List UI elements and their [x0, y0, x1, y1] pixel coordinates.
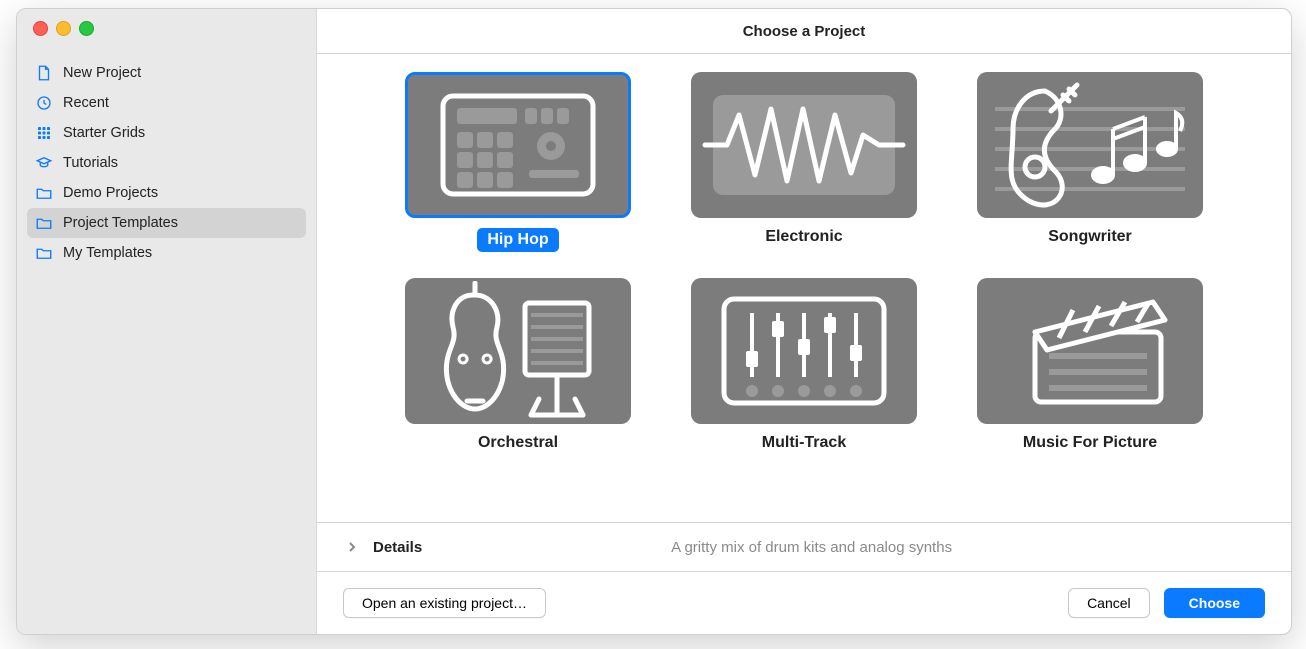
template-songwriter[interactable]: Songwriter [977, 72, 1203, 252]
zoom-icon[interactable] [79, 21, 94, 36]
template-multi-track[interactable]: Multi-Track [691, 278, 917, 452]
footer: Open an existing project… Cancel Choose [317, 571, 1291, 634]
choose-button[interactable]: Choose [1164, 588, 1265, 618]
guitar-notes-icon [977, 72, 1203, 218]
template-label: Orchestral [478, 434, 558, 452]
violin-stand-icon [405, 278, 631, 424]
file-icon [35, 64, 53, 82]
template-orchestral[interactable]: Orchestral [405, 278, 631, 452]
clock-icon [35, 94, 53, 112]
template-electronic[interactable]: Electronic [691, 72, 917, 252]
sidebar-list: New Project Recent Starter Grids Tutoria… [17, 58, 316, 268]
template-music-for-picture[interactable]: Music For Picture [977, 278, 1203, 452]
project-chooser-window: New Project Recent Starter Grids Tutoria… [16, 8, 1292, 635]
chevron-right-icon [347, 541, 357, 553]
template-hip-hop[interactable]: Hip Hop [405, 72, 631, 252]
drum-machine-icon [405, 72, 631, 218]
sidebar-item-label: New Project [63, 65, 141, 81]
sidebar-item-label: Tutorials [63, 155, 118, 171]
folder-icon [35, 184, 53, 202]
sidebar-item-new-project[interactable]: New Project [27, 58, 306, 88]
template-label: Hip Hop [477, 228, 558, 252]
folder-icon [35, 244, 53, 262]
cancel-button[interactable]: Cancel [1068, 588, 1150, 618]
template-label: Songwriter [1048, 228, 1132, 246]
mortarboard-icon [35, 154, 53, 172]
page-title: Choose a Project [317, 9, 1291, 54]
sidebar-item-my-templates[interactable]: My Templates [27, 238, 306, 268]
minimize-icon[interactable] [56, 21, 71, 36]
mixer-icon [691, 278, 917, 424]
sidebar-item-label: Project Templates [63, 215, 178, 231]
template-gallery: Hip Hop Electronic [317, 54, 1291, 522]
page-title-text: Choose a Project [743, 23, 866, 40]
sidebar-item-label: My Templates [63, 245, 152, 261]
close-icon[interactable] [33, 21, 48, 36]
sidebar-item-starter-grids[interactable]: Starter Grids [27, 118, 306, 148]
grid-icon [35, 124, 53, 142]
folder-icon [35, 214, 53, 232]
details-bar[interactable]: Details A gritty mix of drum kits and an… [317, 522, 1291, 571]
sidebar-item-demo-projects[interactable]: Demo Projects [27, 178, 306, 208]
sidebar-item-tutorials[interactable]: Tutorials [27, 148, 306, 178]
sidebar-item-recent[interactable]: Recent [27, 88, 306, 118]
window-controls [17, 21, 316, 58]
sidebar: New Project Recent Starter Grids Tutoria… [17, 9, 317, 634]
sidebar-item-label: Starter Grids [63, 125, 145, 141]
main-pane: Choose a Project [317, 9, 1291, 634]
template-label: Music For Picture [1023, 434, 1157, 452]
waveform-icon [691, 72, 917, 218]
sidebar-item-project-templates[interactable]: Project Templates [27, 208, 306, 238]
details-label: Details [373, 539, 422, 556]
sidebar-item-label: Demo Projects [63, 185, 158, 201]
sidebar-item-label: Recent [63, 95, 109, 111]
template-label: Multi-Track [762, 434, 846, 452]
open-existing-button[interactable]: Open an existing project… [343, 588, 546, 618]
details-description: A gritty mix of drum kits and analog syn… [438, 539, 1185, 556]
clapper-icon [977, 278, 1203, 424]
template-label: Electronic [765, 228, 842, 246]
